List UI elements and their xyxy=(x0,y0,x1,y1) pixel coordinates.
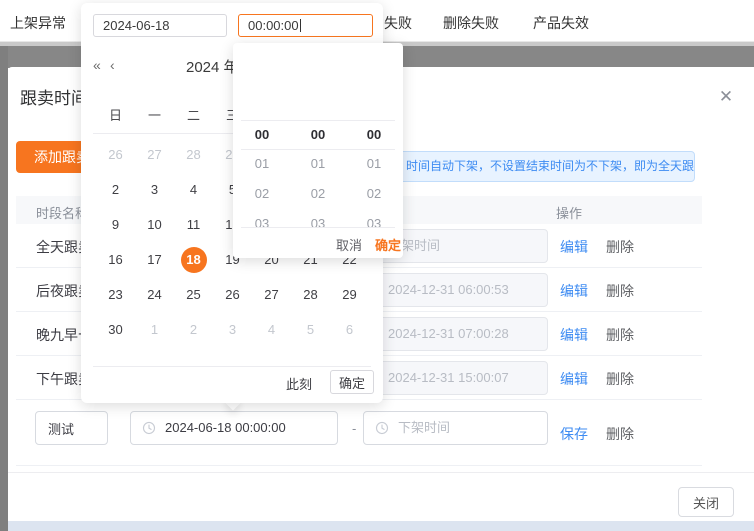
time-input-focused[interactable]: 00:00:00 xyxy=(238,14,373,37)
start-time-value: 2024-06-18 00:00:00 xyxy=(165,420,286,435)
time-option[interactable]: 02 xyxy=(290,179,346,209)
tab-failed[interactable]: 失败 xyxy=(384,13,412,33)
editing-row: 2024-06-18 00:00:00 - 下架时间 保存 删除 xyxy=(16,400,702,466)
calendar-day[interactable]: 2 xyxy=(96,172,135,207)
calendar-day[interactable]: 30 xyxy=(96,312,135,347)
footer-divider xyxy=(8,472,754,473)
calendar-day[interactable]: 17 xyxy=(135,242,174,277)
calendar-day[interactable]: 24 xyxy=(135,277,174,312)
calendar-day[interactable]: 25 xyxy=(174,277,213,312)
time-option[interactable]: 01 xyxy=(346,149,402,179)
time-select-panel: 00 01 02 03 00 01 02 03 00 01 02 03 取消 确定 xyxy=(233,43,403,258)
page-bottom-strip xyxy=(8,521,754,531)
prev-year-icon[interactable]: « xyxy=(93,57,101,73)
divider xyxy=(93,366,371,367)
end-time-placeholder: 下架时间 xyxy=(398,420,451,435)
calendar-day[interactable]: 11 xyxy=(174,207,213,242)
hour-column[interactable]: 00 01 02 03 xyxy=(234,120,290,227)
prev-month-icon[interactable]: ‹ xyxy=(110,57,115,73)
calendar-day[interactable]: 4 xyxy=(252,312,291,347)
time-option[interactable]: 02 xyxy=(234,179,290,209)
clock-icon xyxy=(142,421,156,435)
weekday-label: 一 xyxy=(147,108,161,123)
time-confirm-link[interactable]: 确定 xyxy=(375,235,401,254)
time-option[interactable]: 00 xyxy=(290,120,346,149)
weekday-label: 日 xyxy=(108,108,122,123)
time-option[interactable]: 02 xyxy=(346,179,402,209)
time-input-value: 00:00:00 xyxy=(248,18,299,33)
clock-icon xyxy=(375,421,389,435)
calendar-day-selected[interactable]: 18 xyxy=(174,242,213,277)
edit-link[interactable]: 编辑 xyxy=(560,325,588,345)
end-time-text: 2024-12-31 06:00:53 xyxy=(388,282,509,297)
divider xyxy=(241,227,395,228)
text-caret xyxy=(299,19,301,32)
calendar-day[interactable]: 28 xyxy=(174,137,213,172)
tab-delete-failed[interactable]: 删除失败 xyxy=(443,13,499,33)
info-banner: 时间自动下架，不设置结束时间为不下架，即为全天跟卖 xyxy=(395,151,695,182)
calendar-day[interactable]: 28 xyxy=(291,277,330,312)
tab-product-invalid[interactable]: 产品失效 xyxy=(533,13,589,33)
calendar-day[interactable]: 4 xyxy=(174,172,213,207)
end-time-text: 2024-12-31 15:00:07 xyxy=(388,370,509,385)
calendar-day[interactable]: 10 xyxy=(135,207,174,242)
time-option[interactable]: 03 xyxy=(234,209,290,227)
weekday-label: 二 xyxy=(186,108,200,123)
calendar-title[interactable]: 2024 年 xyxy=(186,56,239,77)
end-time-input[interactable]: 下架时间 xyxy=(363,411,548,445)
close-icon[interactable]: ✕ xyxy=(716,87,736,107)
date-input[interactable] xyxy=(93,14,227,37)
calendar-day[interactable]: 1 xyxy=(135,312,174,347)
delete-link[interactable]: 删除 xyxy=(606,424,634,444)
calendar-day[interactable]: 2 xyxy=(174,312,213,347)
start-time-input[interactable]: 2024-06-18 00:00:00 xyxy=(130,411,338,445)
time-option[interactable]: 00 xyxy=(346,120,402,149)
modal-backdrop-left xyxy=(0,46,8,531)
time-cancel-link[interactable]: 取消 xyxy=(336,235,362,254)
dialog-title: 跟卖时间 xyxy=(20,89,88,108)
calendar-day[interactable]: 26 xyxy=(213,277,252,312)
calendar-day[interactable]: 27 xyxy=(252,277,291,312)
calendar-day[interactable]: 26 xyxy=(96,137,135,172)
second-column[interactable]: 00 01 02 03 xyxy=(346,120,402,227)
edit-link[interactable]: 编辑 xyxy=(560,281,588,301)
calendar-day[interactable]: 5 xyxy=(291,312,330,347)
calendar-day[interactable]: 29 xyxy=(330,277,369,312)
save-link[interactable]: 保存 xyxy=(560,424,588,444)
delete-link[interactable]: 删除 xyxy=(606,325,634,345)
minute-column[interactable]: 00 01 02 03 xyxy=(290,120,346,227)
now-link[interactable]: 此刻 xyxy=(286,374,312,393)
time-option[interactable]: 03 xyxy=(346,209,402,227)
close-dialog-button[interactable]: 关闭 xyxy=(678,487,734,517)
delete-link[interactable]: 删除 xyxy=(606,281,634,301)
calendar-day[interactable]: 3 xyxy=(135,172,174,207)
calendar-day[interactable]: 3 xyxy=(213,312,252,347)
time-option[interactable]: 03 xyxy=(290,209,346,227)
column-header-actions: 操作 xyxy=(556,206,583,221)
calendar-day[interactable]: 27 xyxy=(135,137,174,172)
delete-link[interactable]: 删除 xyxy=(606,369,634,389)
calendar-confirm-button[interactable]: 确定 xyxy=(330,370,374,394)
range-separator: - xyxy=(352,421,357,436)
time-option[interactable]: 01 xyxy=(290,149,346,179)
calendar-day[interactable]: 6 xyxy=(330,312,369,347)
tab-listing-exception[interactable]: 上架异常 xyxy=(10,13,66,33)
time-columns: 00 01 02 03 00 01 02 03 00 01 02 03 xyxy=(233,120,403,227)
edit-link[interactable]: 编辑 xyxy=(560,369,588,389)
end-time-text: 2024-12-31 07:00:28 xyxy=(388,326,509,341)
time-option[interactable]: 00 xyxy=(234,120,290,149)
edit-link[interactable]: 编辑 xyxy=(560,237,588,257)
period-name-input[interactable] xyxy=(35,411,108,445)
delete-link[interactable]: 删除 xyxy=(606,237,634,257)
calendar-day[interactable]: 23 xyxy=(96,277,135,312)
calendar-day[interactable]: 9 xyxy=(96,207,135,242)
time-option[interactable]: 01 xyxy=(234,149,290,179)
calendar-day[interactable]: 16 xyxy=(96,242,135,277)
